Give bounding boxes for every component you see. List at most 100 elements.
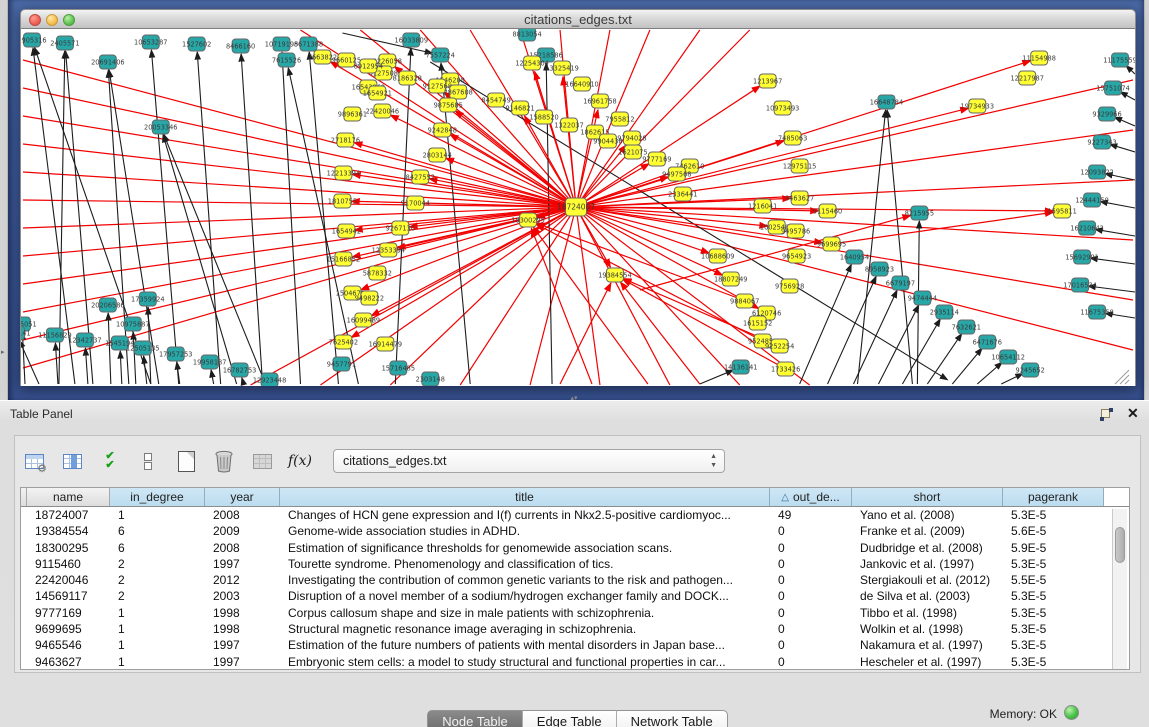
graph-node[interactable]: 9463627 — [785, 191, 814, 205]
table-cell[interactable]: Jankovic et al. (1997) — [852, 556, 1003, 572]
table-cell[interactable]: 6 — [110, 540, 205, 556]
table-cell[interactable]: Disruption of a novel member of a sodium… — [280, 588, 770, 604]
graph-node[interactable]: 8671388 — [294, 37, 323, 51]
table-cell[interactable]: 5.3E-5 — [1003, 588, 1104, 604]
graph-node[interactable]: 11175559 — [1103, 53, 1135, 67]
graph-node[interactable]: 9115460 — [813, 204, 842, 218]
table-cell[interactable]: 18724007 — [27, 507, 110, 523]
graph-node[interactable]: 16961758 — [583, 94, 616, 108]
table-row[interactable]: 946362711997Embryonic stem cells: a mode… — [21, 654, 1129, 670]
graph-node[interactable]: 1595811 — [1047, 204, 1076, 218]
graph-node[interactable]: 15751074 — [1096, 81, 1129, 95]
column-header-in_degree[interactable]: in_degree — [110, 488, 205, 506]
table-cell[interactable]: 49 — [770, 507, 852, 523]
scrollbar-thumb[interactable] — [1115, 527, 1125, 563]
table-cell[interactable]: 1998 — [205, 605, 280, 621]
table-cell[interactable]: 0 — [770, 654, 852, 670]
graph-node[interactable]: 12217987 — [1010, 71, 1043, 85]
table-cell[interactable]: 5.3E-5 — [1003, 605, 1104, 621]
table-cell[interactable]: Stergiakouli et al. (2012) — [852, 572, 1003, 588]
graph-node[interactable]: 7485063 — [778, 131, 807, 145]
table-row[interactable]: 977716911998Corpus callosum shape and si… — [21, 605, 1129, 621]
table-cell[interactable]: 0 — [770, 621, 852, 637]
table-row[interactable]: 946554611997Estimation of the future num… — [21, 637, 1129, 653]
table-cell[interactable]: Genome-wide association studies in ADHD. — [280, 523, 770, 539]
graph-node[interactable]: 2405571 — [50, 36, 79, 50]
table-cell[interactable]: 2003 — [205, 588, 280, 604]
table-selector-dropdown[interactable]: citations_edges.txt ▲▼ — [333, 449, 725, 473]
table-cell[interactable]: 9699695 — [27, 621, 110, 637]
graph-node[interactable]: 7625402 — [329, 335, 358, 349]
graph-node[interactable]: 1527602 — [182, 37, 211, 51]
table-cell[interactable]: 0 — [770, 605, 852, 621]
graph-node[interactable]: 16210643 — [1070, 221, 1103, 235]
graph-node[interactable]: 9756928 — [775, 279, 804, 293]
table-row[interactable]: 969969511998Structural magnetic resonanc… — [21, 621, 1129, 637]
close-panel-icon[interactable]: ✕ — [1127, 405, 1139, 422]
table-cell[interactable]: 1 — [110, 621, 205, 637]
graph-node[interactable]: 9457791 — [327, 357, 356, 371]
table-cell[interactable]: Investigating the contribution of common… — [280, 572, 770, 588]
create-column-button[interactable] — [173, 448, 199, 474]
graph-node[interactable]: 20206586 — [91, 298, 124, 312]
table-cell[interactable]: Changes of HCN gene expression and I(f) … — [280, 507, 770, 523]
graph-node[interactable]: 20691406 — [91, 55, 124, 69]
memory-ok-indicator-icon[interactable] — [1064, 705, 1079, 720]
table-cell[interactable]: Embryonic stem cells: a model to study s… — [280, 654, 770, 670]
graph-node[interactable]: 16782753 — [223, 363, 256, 377]
table-cell[interactable]: 1 — [110, 637, 205, 653]
graph-node[interactable]: 1213967 — [753, 74, 782, 88]
column-header-title[interactable]: title — [280, 488, 770, 506]
graph-node[interactable]: 1810755 — [328, 194, 357, 208]
graph-node[interactable]: 7557224 — [426, 48, 455, 62]
table-cell[interactable]: Yano et al. (2008) — [852, 507, 1003, 523]
graph-node[interactable]: 8466160 — [226, 39, 255, 53]
graph-node[interactable]: 16648784 — [870, 95, 903, 109]
graph-node[interactable]: 22420046 — [366, 104, 399, 118]
table-cell[interactable]: 22420046 — [27, 572, 110, 588]
table-cell[interactable]: 2009 — [205, 523, 280, 539]
table-cell[interactable]: 0 — [770, 572, 852, 588]
graph-node[interactable]: 2303148 — [416, 372, 445, 386]
graph-node[interactable]: 12923448 — [253, 373, 286, 386]
table-cell[interactable]: Hescheler et al. (1997) — [852, 654, 1003, 670]
column-header-out_de[interactable]: △out_de... — [770, 488, 852, 506]
graph-node[interactable]: 2718176 — [331, 133, 360, 147]
graph-node[interactable]: 13325419 — [545, 61, 578, 75]
graph-node[interactable]: 2803144 — [423, 148, 452, 162]
table-row[interactable]: 911546021997Tourette syndrome. Phenomeno… — [21, 556, 1129, 572]
network-canvas[interactable]: 9905316240557120691406106532871527602846… — [20, 29, 1136, 386]
table-cell[interactable]: Franke et al. (2009) — [852, 523, 1003, 539]
table-cell[interactable]: 5.9E-5 — [1003, 540, 1104, 556]
table-row[interactable]: 1456911722003Disruption of a novel membe… — [21, 588, 1129, 604]
table-cell[interactable]: 1 — [110, 605, 205, 621]
table-cell[interactable]: 19384554 — [27, 523, 110, 539]
left-edge-marker[interactable]: ▸ — [1, 348, 5, 356]
table-cell[interactable]: 1997 — [205, 637, 280, 653]
vertical-scrollbar[interactable] — [1112, 509, 1127, 669]
graph-node[interactable]: 11675358 — [1080, 305, 1113, 319]
graph-node[interactable]: 12975115 — [783, 159, 816, 173]
table-cell[interactable]: Estimation of the future numbers of pati… — [280, 637, 770, 653]
table-cell[interactable]: 2 — [110, 556, 205, 572]
graph-node[interactable]: 11154988 — [1022, 51, 1055, 65]
graph-node[interactable]: 17016534 — [1063, 278, 1096, 292]
graph-node[interactable]: 2336441 — [668, 187, 697, 201]
graph-node[interactable]: 19958187 — [193, 355, 226, 369]
graph-node[interactable]: 9896361 — [338, 107, 367, 121]
table-cell[interactable]: 18300295 — [27, 540, 110, 556]
table-cell[interactable]: 2008 — [205, 507, 280, 523]
graph-node[interactable]: 16099489 — [347, 313, 380, 327]
column-header-name[interactable]: name — [27, 488, 110, 506]
table-cell[interactable]: 9463627 — [27, 654, 110, 670]
select-all-columns-button[interactable]: ✔✔ — [97, 448, 123, 474]
table-cell[interactable]: 5.3E-5 — [1003, 556, 1104, 572]
table-row[interactable]: 1938455462009Genome-wide association stu… — [21, 523, 1129, 539]
graph-node[interactable]: 17957253 — [159, 347, 192, 361]
graph-node[interactable]: 6471676 — [973, 335, 1002, 349]
table-cell[interactable]: Estimation of significance thresholds fo… — [280, 540, 770, 556]
table-cell[interactable]: 1 — [110, 507, 205, 523]
table-cell[interactable]: 5.6E-5 — [1003, 523, 1104, 539]
graph-node[interactable]: 16640910 — [565, 77, 598, 91]
table-row[interactable]: 2242004622012Investigating the contribut… — [21, 572, 1129, 588]
